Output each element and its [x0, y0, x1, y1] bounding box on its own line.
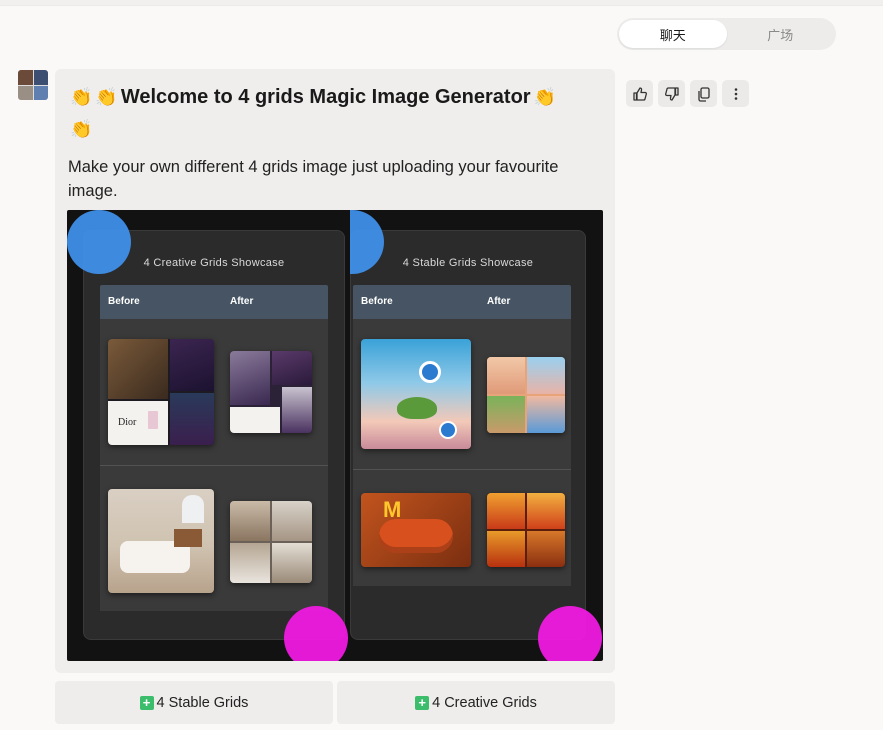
- table-body: M: [353, 319, 571, 586]
- copy-icon: [697, 86, 710, 102]
- food-before-thumbnail: M: [361, 493, 471, 567]
- showcase-image[interactable]: 4 Creative Grids Showcase Before After D…: [67, 210, 603, 661]
- column-before: Before: [361, 296, 393, 307]
- food-after-thumbnail: [487, 493, 565, 567]
- tab-chat[interactable]: 聊天: [619, 20, 727, 48]
- panel-title: 4 Stable Grids Showcase: [402, 257, 534, 269]
- creative-grids-panel: 4 Creative Grids Showcase Before After D…: [83, 230, 345, 640]
- livingroom-after-thumbnail: [230, 501, 312, 583]
- top-divider: [0, 0, 883, 6]
- stable-grids-panel: 4 Stable Grids Showcase Before After M: [350, 230, 586, 640]
- decor-circle-magenta: [538, 606, 602, 661]
- brand-text: Dior: [118, 417, 137, 428]
- message-title: 👏 👏 Welcome to 4 grids Magic Image Generat…: [67, 81, 603, 145]
- quick-reply-label: 4 Stable Grids: [156, 694, 249, 711]
- dislike-button[interactable]: [658, 80, 685, 107]
- cartoon-after-thumbnail: [487, 357, 565, 433]
- clap-emoji: 👏: [95, 87, 118, 107]
- clap-emoji: 👏: [70, 119, 93, 139]
- more-vertical-icon: [734, 87, 737, 100]
- livingroom-before-thumbnail: [108, 489, 214, 593]
- decor-circle-magenta: [284, 606, 348, 661]
- more-button[interactable]: [722, 80, 749, 107]
- bot-message: 👏 👏 Welcome to 4 grids Magic Image Generat…: [55, 69, 615, 673]
- row-divider: [100, 465, 328, 466]
- message-actions: [626, 80, 749, 107]
- thumbs-down-icon: [664, 86, 679, 101]
- quick-reply-stable-grids[interactable]: +4 Stable Grids: [55, 681, 333, 724]
- message-title-text: Welcome to 4 grids Magic Image Generator: [120, 86, 531, 108]
- plus-icon: +: [415, 695, 430, 710]
- column-before: Before: [108, 296, 140, 307]
- quick-reply-label: 4 Creative Grids: [432, 694, 537, 711]
- table-body: Dior: [100, 319, 328, 611]
- row-divider: [353, 469, 571, 470]
- cartoon-before-thumbnail: [361, 339, 471, 449]
- plus-icon: +: [139, 695, 154, 710]
- copy-button[interactable]: [690, 80, 717, 107]
- fashion-after-thumbnail: [230, 351, 312, 433]
- clap-emoji: 👏: [70, 87, 93, 107]
- view-switcher: 聊天 广场: [617, 18, 836, 50]
- thumbs-up-icon: [632, 86, 647, 101]
- like-button[interactable]: [626, 80, 653, 107]
- fashion-before-thumbnail: Dior: [108, 339, 214, 445]
- column-after: After: [487, 296, 511, 307]
- message-body: Make your own different 4 grids image ju…: [68, 158, 559, 200]
- table-header: Before After: [100, 285, 328, 319]
- clap-emoji: 👏: [533, 87, 557, 107]
- column-after: After: [230, 296, 254, 307]
- bot-avatar: [18, 70, 48, 100]
- quick-reply-creative-grids[interactable]: +4 Creative Grids: [337, 681, 615, 724]
- tab-plaza[interactable]: 广场: [727, 20, 835, 48]
- table-header: Before After: [353, 285, 571, 319]
- decor-circle-blue: [67, 210, 131, 274]
